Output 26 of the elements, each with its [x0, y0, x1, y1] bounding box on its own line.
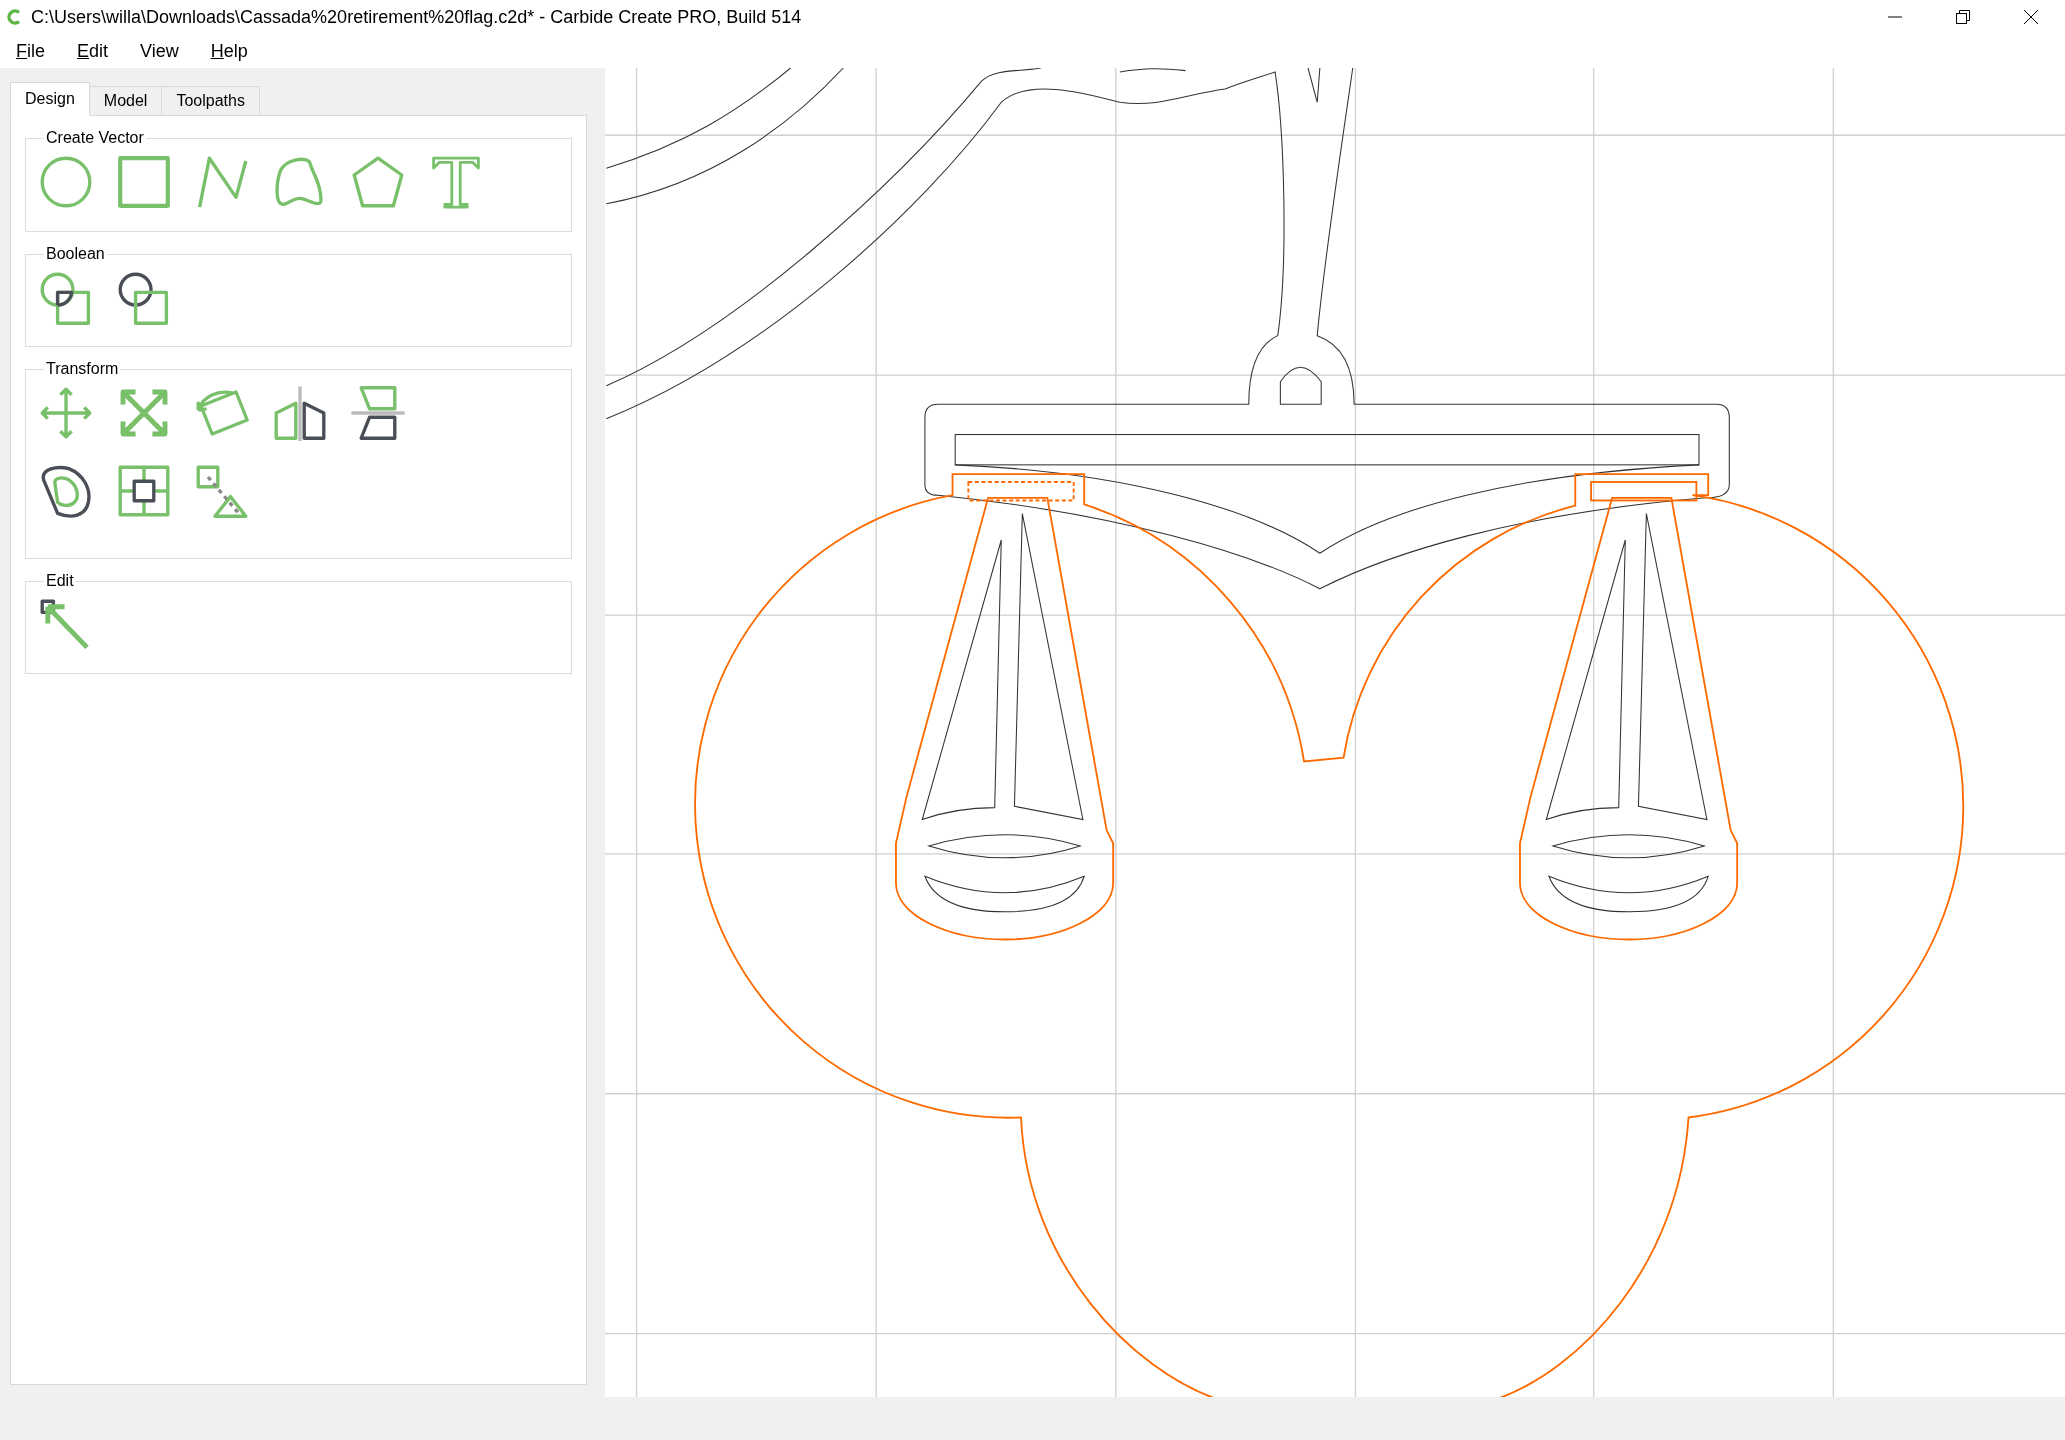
align-icon[interactable] — [116, 463, 172, 519]
rectangle-icon[interactable] — [116, 154, 172, 210]
restore-icon — [1955, 9, 1971, 25]
close-icon — [2023, 9, 2039, 25]
menu-item[interactable]: Help — [200, 34, 258, 68]
vector-drawing[interactable] — [605, 68, 1730, 913]
minimize-icon — [1888, 16, 1902, 18]
menu-item[interactable]: View — [130, 34, 189, 68]
group-title: Boolean — [45, 244, 106, 264]
group-title: Edit — [45, 571, 75, 591]
tab[interactable]: Design — [10, 82, 90, 116]
menu-item[interactable]: File — [6, 34, 55, 68]
group-title: Create Vector — [45, 128, 145, 148]
pentagon-icon[interactable] — [350, 154, 406, 210]
circle-icon[interactable] — [38, 154, 94, 210]
move-arrows-icon[interactable] — [38, 385, 94, 441]
flip-vertical-icon[interactable] — [350, 385, 406, 441]
design-canvas[interactable] — [605, 68, 2065, 1397]
window-title: C:\Users\willa\Downloads\Cassada%20retirement%20flag.c2d* - Carbide Create PRO, Build 514 — [31, 5, 802, 29]
group-title: Transform — [45, 359, 120, 379]
mirror-icon[interactable] — [272, 385, 328, 441]
app-logo-icon — [6, 9, 22, 25]
selected-vector-drawing[interactable] — [694, 473, 1964, 1397]
array-icon[interactable] — [194, 463, 250, 519]
menu-item[interactable]: Edit — [67, 34, 119, 68]
tab[interactable]: Toolpaths — [161, 86, 260, 116]
